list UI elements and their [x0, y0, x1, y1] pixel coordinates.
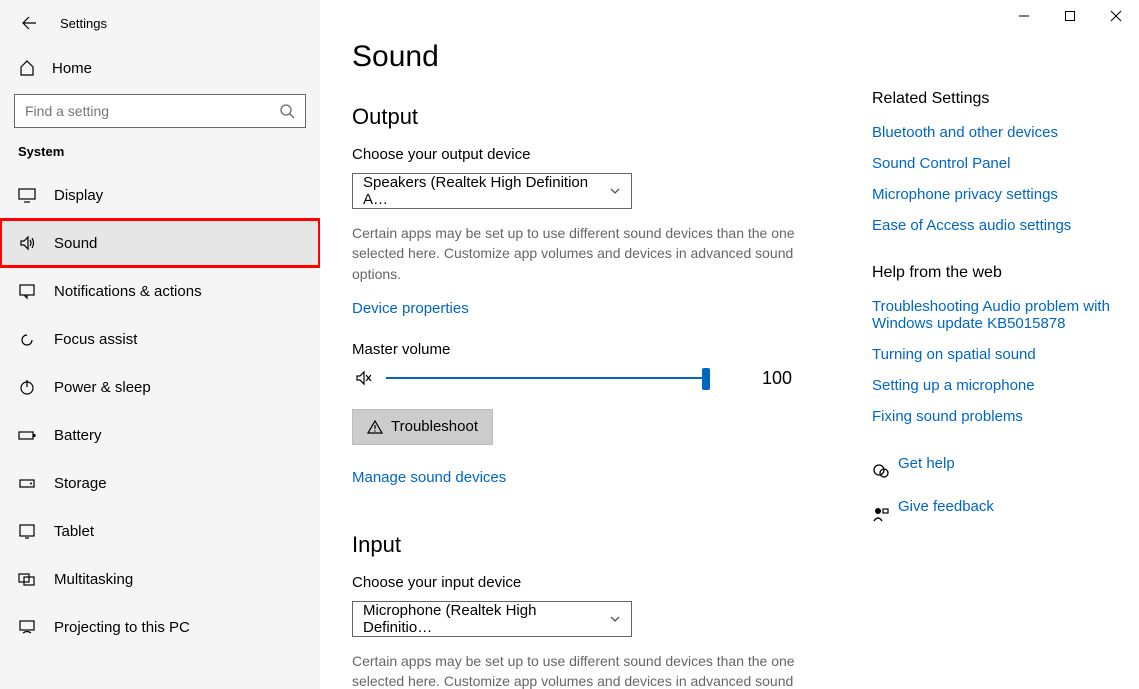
sidebar-item-label: Battery [54, 427, 102, 444]
sidebar-nav: Display Sound Notifications & actions Fo… [0, 171, 320, 651]
notifications-icon [18, 282, 40, 300]
help-link-setup-mic[interactable]: Setting up a microphone [872, 377, 1120, 394]
sidebar-item-display[interactable]: Display [0, 171, 320, 219]
sidebar-item-label: Power & sleep [54, 379, 151, 396]
page-title: Sound [352, 40, 860, 74]
focus-assist-icon [18, 330, 40, 348]
input-heading: Input [352, 532, 860, 558]
sidebar-item-label: Storage [54, 475, 107, 492]
projecting-icon [18, 618, 40, 636]
multitasking-icon [18, 570, 40, 588]
battery-icon [18, 426, 40, 444]
search-input[interactable] [25, 103, 279, 119]
sidebar-item-notifications[interactable]: Notifications & actions [0, 267, 320, 315]
output-device-select[interactable]: Speakers (Realtek High Definition A… [352, 173, 632, 209]
output-device-value: Speakers (Realtek High Definition A… [363, 174, 609, 208]
manage-sound-devices-link[interactable]: Manage sound devices [352, 469, 506, 486]
storage-icon [18, 474, 40, 492]
sidebar-home[interactable]: Home [0, 46, 320, 90]
sidebar-home-label: Home [52, 60, 92, 77]
sidebar-item-label: Display [54, 187, 103, 204]
right-rail: Related Settings Bluetooth and other dev… [860, 0, 1120, 689]
tablet-icon [18, 522, 40, 540]
get-help-link: Get help [898, 455, 955, 472]
window-title: Settings [60, 16, 107, 31]
window-minimize-button[interactable] [1001, 0, 1047, 32]
sidebar-item-label: Focus assist [54, 331, 137, 348]
main-area: Sound Output Choose your output device S… [320, 0, 1139, 689]
volume-slider-thumb[interactable] [702, 368, 710, 390]
help-link-troubleshoot-audio[interactable]: Troubleshooting Audio problem with Windo… [872, 298, 1120, 332]
troubleshoot-label: Troubleshoot [391, 418, 478, 435]
related-link-mic-privacy[interactable]: Microphone privacy settings [872, 186, 1120, 203]
power-icon [18, 378, 40, 396]
home-icon [18, 59, 40, 77]
volume-value: 100 [762, 368, 792, 389]
sidebar-section-label: System [0, 144, 320, 159]
input-device-select[interactable]: Microphone (Realtek High Definitio… [352, 601, 632, 637]
help-link-spatial-sound[interactable]: Turning on spatial sound [872, 346, 1120, 363]
related-link-ease-of-access[interactable]: Ease of Access audio settings [872, 217, 1120, 234]
feedback-icon [872, 505, 898, 523]
troubleshoot-button[interactable]: Troubleshoot [352, 409, 493, 445]
search-icon [279, 103, 295, 119]
sidebar: Settings Home System Display S [0, 0, 320, 689]
sidebar-item-storage[interactable]: Storage [0, 459, 320, 507]
sidebar-item-focus-assist[interactable]: Focus assist [0, 315, 320, 363]
related-settings-heading: Related Settings [872, 90, 1120, 108]
minimize-icon [1018, 10, 1030, 22]
window-maximize-button[interactable] [1047, 0, 1093, 32]
back-arrow-icon [21, 15, 37, 31]
volume-row: 100 [352, 368, 860, 389]
sidebar-item-label: Projecting to this PC [54, 619, 190, 636]
content-column: Sound Output Choose your output device S… [320, 0, 860, 689]
window-controls [1001, 0, 1139, 32]
input-device-value: Microphone (Realtek High Definitio… [363, 602, 609, 636]
device-properties-link[interactable]: Device properties [352, 300, 469, 317]
chevron-down-icon [609, 613, 621, 625]
maximize-icon [1064, 10, 1076, 22]
mute-toggle-button[interactable] [352, 368, 376, 388]
sidebar-item-label: Sound [54, 235, 97, 252]
give-feedback-row[interactable]: Give feedback [872, 498, 1120, 529]
sidebar-item-sound[interactable]: Sound [0, 219, 320, 267]
back-button[interactable] [16, 10, 42, 36]
window-close-button[interactable] [1093, 0, 1139, 32]
output-help-text: Certain apps may be set up to use differ… [352, 223, 832, 284]
sidebar-item-label: Tablet [54, 523, 94, 540]
help-from-web-heading: Help from the web [872, 264, 1120, 282]
sidebar-item-label: Multitasking [54, 571, 133, 588]
sidebar-item-multitasking[interactable]: Multitasking [0, 555, 320, 603]
close-icon [1110, 10, 1122, 22]
sidebar-item-label: Notifications & actions [54, 283, 202, 300]
input-help-text: Certain apps may be set up to use differ… [352, 651, 832, 689]
related-link-bluetooth[interactable]: Bluetooth and other devices [872, 124, 1120, 141]
sidebar-item-projecting[interactable]: Projecting to this PC [0, 603, 320, 651]
choose-input-label: Choose your input device [352, 574, 860, 591]
chevron-down-icon [609, 185, 621, 197]
help-link-fix-sound[interactable]: Fixing sound problems [872, 408, 1120, 425]
get-help-row[interactable]: Get help [872, 455, 1120, 486]
display-icon [18, 186, 40, 204]
warning-icon [367, 419, 383, 435]
sidebar-item-power-sleep[interactable]: Power & sleep [0, 363, 320, 411]
speaker-muted-icon [354, 368, 374, 388]
choose-output-label: Choose your output device [352, 146, 860, 163]
give-feedback-link: Give feedback [898, 498, 994, 515]
output-heading: Output [352, 104, 860, 130]
related-link-sound-control-panel[interactable]: Sound Control Panel [872, 155, 1120, 172]
sidebar-item-battery[interactable]: Battery [0, 411, 320, 459]
search-box[interactable] [14, 94, 306, 128]
volume-slider[interactable] [386, 377, 706, 379]
get-help-icon [872, 462, 898, 480]
master-volume-label: Master volume [352, 341, 860, 358]
sound-icon [18, 234, 40, 252]
sidebar-item-tablet[interactable]: Tablet [0, 507, 320, 555]
